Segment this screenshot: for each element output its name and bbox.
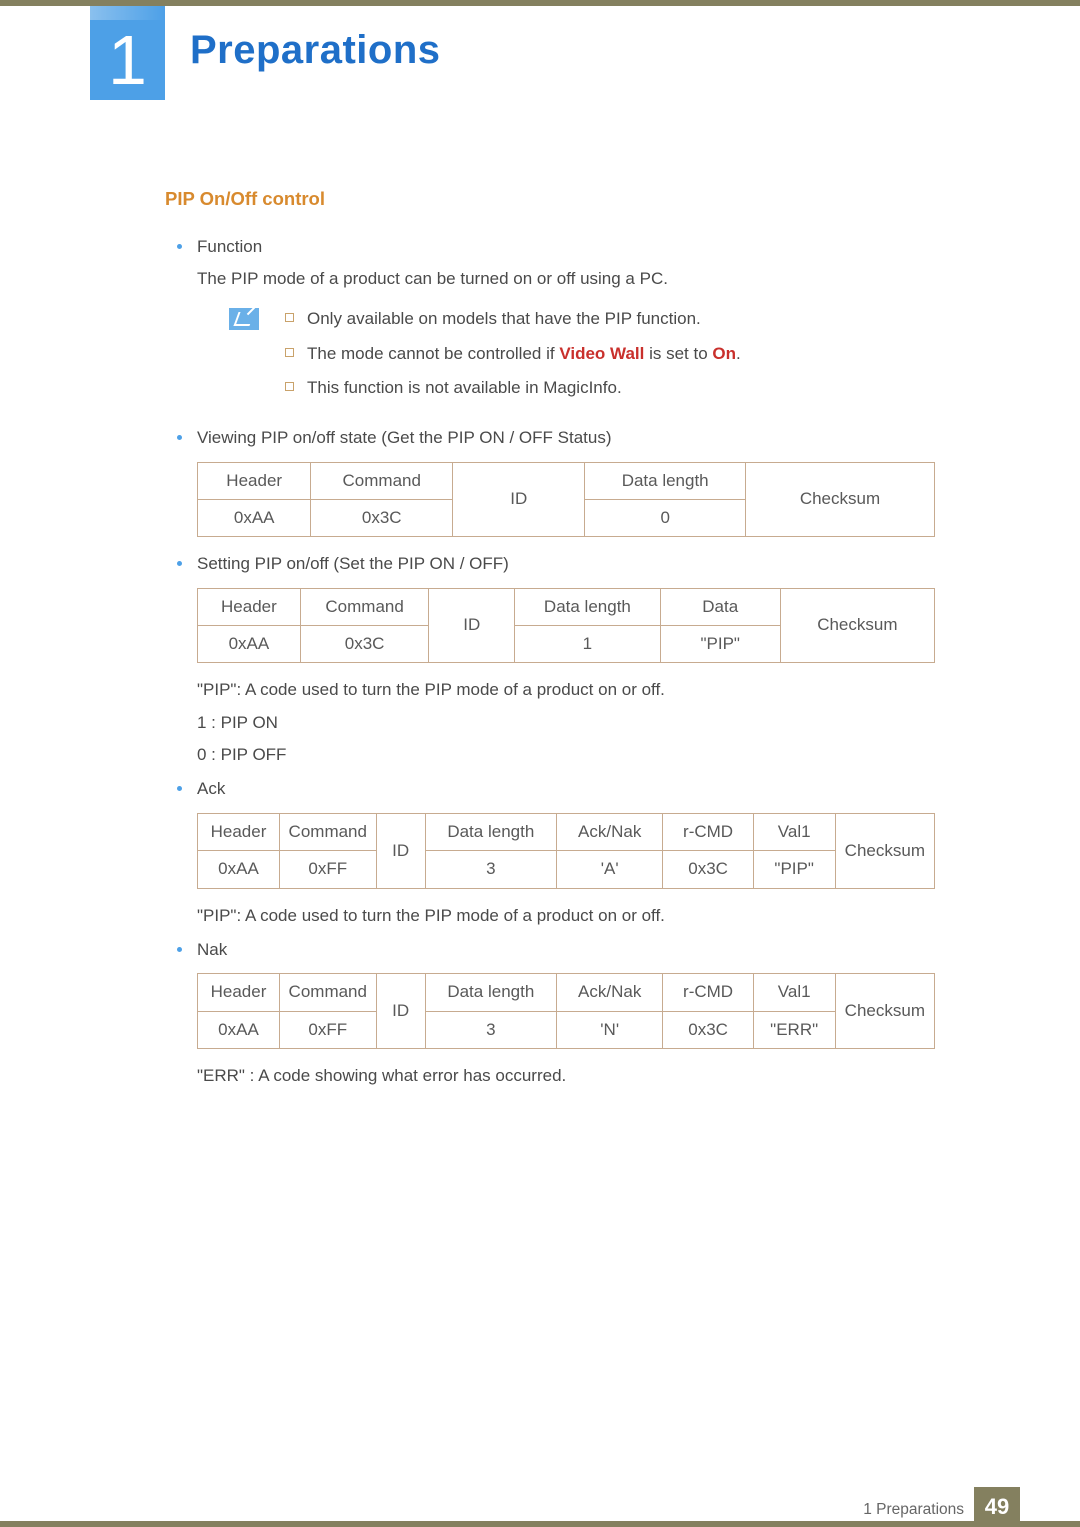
t3-dlen-v: 3 [425,851,556,888]
t2-header-v: 0xAA [198,626,301,663]
t2-dlen-h: Data length [515,588,661,625]
t3-val-h: Val1 [753,813,835,850]
nak-desc: "ERR" : A code showing what error has oc… [197,1063,935,1089]
table-set: Header Command ID Data length Data Check… [197,588,935,664]
note-2-text-c: is set to [644,344,712,363]
note-2-on: On [712,344,736,363]
table-row: Header Command ID Data length Data Check… [198,588,935,625]
function-label: Function [197,234,935,260]
t2-cmd-h: Command [300,588,429,625]
t3-header-v: 0xAA [198,851,280,888]
table-row: Header Command ID Data length Ack/Nak r-… [198,974,935,1011]
t1-header-v: 0xAA [198,500,311,537]
chapter-number: 1 [90,20,165,100]
note-3: This function is not available in MagicI… [279,375,741,401]
t1-id-h: ID [453,462,585,537]
table-row: 0xAA 0xFF 3 'A' 0x3C "PIP" [198,851,935,888]
t2-header-h: Header [198,588,301,625]
pip-desc: "PIP": A code used to turn the PIP mode … [197,677,935,703]
pip-off: 0 : PIP OFF [197,742,935,768]
t3-rcmd-h: r-CMD [663,813,753,850]
table-row: Header Command ID Data length Checksum [198,462,935,499]
t3-val-v: "PIP" [753,851,835,888]
bullet-viewing: Viewing PIP on/off state (Get the PIP ON… [165,425,935,537]
t3-cmd-v: 0xFF [279,851,376,888]
chapter-tab: 1 [90,6,165,100]
content-area: PIP On/Off control Function The PIP mode… [165,185,935,1097]
t4-cmd-v: 0xFF [279,1011,376,1048]
t1-header-h: Header [198,462,311,499]
t4-an-v: 'N' [556,1011,663,1048]
t4-an-h: Ack/Nak [556,974,663,1011]
table-nak: Header Command ID Data length Ack/Nak r-… [197,973,935,1049]
bullet-nak: Nak Header Command ID Data length Ack/Na… [165,937,935,1089]
t1-chk-h: Checksum [745,462,934,537]
t4-rcmd-v: 0x3C [663,1011,753,1048]
pip-on: 1 : PIP ON [197,710,935,736]
footer-label: 1 Preparations [863,1501,964,1519]
nak-label: Nak [197,937,935,963]
bullet-function: Function The PIP mode of a product can b… [165,234,935,410]
t2-data-h: Data [660,588,780,625]
table-get-status: Header Command ID Data length Checksum 0… [197,462,935,538]
t3-dlen-h: Data length [425,813,556,850]
t2-dlen-v: 1 [515,626,661,663]
chapter-tab-highlight [90,6,165,20]
t2-chk-h: Checksum [780,588,934,663]
t4-header-h: Header [198,974,280,1011]
bullet-ack: Ack Header Command ID Data length Ack/Na… [165,776,935,928]
t2-id-h: ID [429,588,515,663]
t3-id-h: ID [376,813,425,888]
t4-id-h: ID [376,974,425,1049]
note-2-text-e: . [736,344,741,363]
table-row: Header Command ID Data length Ack/Nak r-… [198,813,935,850]
section-title: PIP On/Off control [165,185,935,214]
setting-label: Setting PIP on/off (Set the PIP ON / OFF… [197,551,935,577]
footer: 1 Preparations 49 [0,1481,1080,1527]
bullet-setting: Setting PIP on/off (Set the PIP ON / OFF… [165,551,935,768]
t4-dlen-h: Data length [425,974,556,1011]
t1-dlen-v: 0 [585,500,746,537]
t4-dlen-v: 3 [425,1011,556,1048]
viewing-label: Viewing PIP on/off state (Get the PIP ON… [197,425,935,451]
t4-header-v: 0xAA [198,1011,280,1048]
function-desc: The PIP mode of a product can be turned … [197,266,935,292]
t3-rcmd-v: 0x3C [663,851,753,888]
table-row: 0xAA 0xFF 3 'N' 0x3C "ERR" [198,1011,935,1048]
t4-chk-h: Checksum [835,974,934,1049]
t1-cmd-v: 0x3C [311,500,453,537]
note-2: The mode cannot be controlled if Video W… [279,341,741,367]
t4-rcmd-h: r-CMD [663,974,753,1011]
t2-data-v: "PIP" [660,626,780,663]
t3-an-h: Ack/Nak [556,813,663,850]
t3-an-v: 'A' [556,851,663,888]
note-icon [229,308,259,330]
note-2-text-a: The mode cannot be controlled if [307,344,559,363]
t3-cmd-h: Command [279,813,376,850]
t3-header-h: Header [198,813,280,850]
note-list: Only available on models that have the P… [279,306,741,409]
t2-cmd-v: 0x3C [300,626,429,663]
bullet-list-main: Function The PIP mode of a product can b… [165,234,935,1090]
note-1: Only available on models that have the P… [279,306,741,332]
note-2-videowall: Video Wall [559,344,644,363]
note-block: Only available on models that have the P… [227,306,935,409]
t1-dlen-h: Data length [585,462,746,499]
t4-val-v: "ERR" [753,1011,835,1048]
ack-desc: "PIP": A code used to turn the PIP mode … [197,903,935,929]
ack-label: Ack [197,776,935,802]
t4-cmd-h: Command [279,974,376,1011]
table-ack: Header Command ID Data length Ack/Nak r-… [197,813,935,889]
t3-chk-h: Checksum [835,813,934,888]
chapter-title: Preparations [190,28,441,73]
t1-cmd-h: Command [311,462,453,499]
footer-bar [0,1521,1080,1527]
t4-val-h: Val1 [753,974,835,1011]
